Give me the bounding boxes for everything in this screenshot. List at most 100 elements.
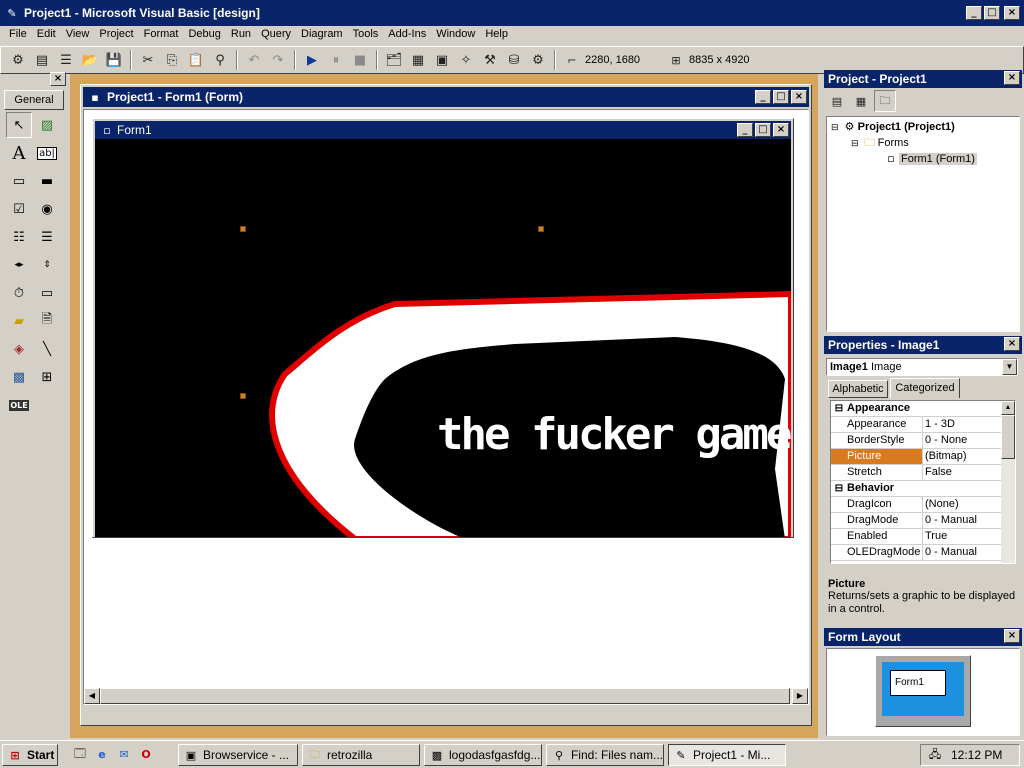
save-icon[interactable]: 💾 xyxy=(103,49,125,71)
frame-tool-icon[interactable]: ▭ xyxy=(6,168,32,194)
form-layout-icon[interactable]: ▣ xyxy=(431,49,453,71)
view-code-icon[interactable]: ▤ xyxy=(826,90,848,112)
taskbar-button-retrozilla[interactable]: 🗀 retrozilla xyxy=(302,744,420,766)
tab-alphabetic[interactable]: Alphabetic xyxy=(828,380,888,398)
data-view-icon[interactable]: ⛁ xyxy=(503,49,525,71)
listbox-tool-icon[interactable]: ☰ xyxy=(34,224,60,250)
image-tool-icon[interactable]: ▩ xyxy=(6,364,32,390)
project-explorer-icon[interactable]: 🗂 xyxy=(383,49,405,71)
shape-tool-icon[interactable]: ◈ xyxy=(6,336,32,362)
end-icon[interactable]: ■ xyxy=(349,49,371,71)
menu-tools[interactable]: Tools xyxy=(348,28,384,40)
redo-icon[interactable]: ↷ xyxy=(267,49,289,71)
category-behavior[interactable]: ⊟ Behavior xyxy=(831,481,1015,497)
taskbar-button-browservice[interactable]: ▣ Browservice - ... xyxy=(178,744,298,766)
cut-icon[interactable]: ✂ xyxy=(137,49,159,71)
add-project-icon[interactable]: ⚙ xyxy=(7,49,29,71)
scroll-left-button[interactable]: ◀ xyxy=(84,688,100,704)
resize-handle[interactable] xyxy=(240,226,246,232)
opera-icon[interactable]: O xyxy=(138,746,154,762)
label-tool-icon[interactable]: A xyxy=(6,140,32,166)
prop-row-dragicon[interactable]: DragIcon (None) xyxy=(831,497,1015,513)
prop-row-dragmode[interactable]: DragMode 0 - Manual xyxy=(831,513,1015,529)
line-tool-icon[interactable]: ╲ xyxy=(34,336,60,362)
pointer-tool-icon[interactable]: ↖ xyxy=(6,112,32,138)
taskbar-button-logo[interactable]: ▩ logodasfgasfdg... xyxy=(424,744,542,766)
checkbox-tool-icon[interactable]: ☑ xyxy=(6,196,32,222)
properties-window-icon[interactable]: ▦ xyxy=(407,49,429,71)
toggle-folders-icon[interactable]: 🗀 xyxy=(874,90,896,112)
menu-query[interactable]: Query xyxy=(256,28,296,40)
maximize-button[interactable]: □ xyxy=(984,6,1000,20)
category-appearance[interactable]: ⊟ Appearance xyxy=(831,401,1015,417)
command-button-tool-icon[interactable]: ▬ xyxy=(34,168,60,194)
close-button[interactable]: × xyxy=(1004,6,1020,20)
toolbox-icon[interactable]: ⚒ xyxy=(479,49,501,71)
undo-icon[interactable]: ↶ xyxy=(243,49,265,71)
minimize-button[interactable]: _ xyxy=(966,6,982,20)
menu-diagram[interactable]: Diagram xyxy=(296,28,348,40)
prop-row-picture[interactable]: Picture(Bitmap)... xyxy=(831,449,1015,465)
horizontal-scrollbar[interactable]: ◀ ▶ xyxy=(84,688,808,704)
taskbar-button-find[interactable]: ⚲ Find: Files nam... xyxy=(546,744,664,766)
tab-categorized[interactable]: Categorized xyxy=(890,378,960,398)
scroll-right-button[interactable]: ▶ xyxy=(792,688,808,704)
prop-row-oledragmode[interactable]: OLEDragMode 0 - Manual xyxy=(831,545,1015,561)
resize-handle[interactable] xyxy=(240,393,246,399)
open-icon[interactable]: 📂 xyxy=(79,49,101,71)
start-icon[interactable]: ▶ xyxy=(301,49,323,71)
form-designer-close-button[interactable]: × xyxy=(791,90,807,104)
menu-edit[interactable]: Edit xyxy=(32,28,61,40)
toolbox-tab-general[interactable]: General xyxy=(4,90,64,110)
properties-close-button[interactable]: × xyxy=(1004,337,1020,351)
menu-help[interactable]: Help xyxy=(480,28,513,40)
tree-node-form1[interactable]: ▫ Form1 (Form1) xyxy=(831,151,1015,167)
menu-debug[interactable]: Debug xyxy=(183,28,225,40)
combobox-tool-icon[interactable]: ☷ xyxy=(6,224,32,250)
start-button[interactable]: ⊞ Start xyxy=(2,744,58,766)
timer-tool-icon[interactable]: ⏱ xyxy=(6,280,32,306)
property-grid-scrollbar[interactable]: ▲ xyxy=(1001,401,1015,563)
prop-row-enabled[interactable]: Enabled True xyxy=(831,529,1015,545)
form-layout-close-button[interactable]: × xyxy=(1004,629,1020,643)
hscrollbar-tool-icon[interactable]: ◂▸ xyxy=(6,252,32,278)
component-manager-icon[interactable]: ⚙ xyxy=(527,49,549,71)
filelist-tool-icon[interactable]: 🗎 xyxy=(34,308,60,334)
form-designer-minimize-button[interactable]: _ xyxy=(755,90,771,104)
prop-row-borderstyle[interactable]: BorderStyle 0 - None xyxy=(831,433,1015,449)
prop-row-appearance[interactable]: Appearance 1 - 3D xyxy=(831,417,1015,433)
menu-window[interactable]: Window xyxy=(431,28,480,40)
picturebox-tool-icon[interactable]: ▨ xyxy=(34,112,60,138)
scroll-thumb[interactable] xyxy=(100,688,790,704)
data-tool-icon[interactable]: ⊞ xyxy=(34,364,60,390)
chevron-down-icon[interactable]: ▼ xyxy=(1002,359,1017,375)
taskbar-button-project1[interactable]: ✎ Project1 - Mi... xyxy=(668,744,786,766)
ie-icon[interactable]: e xyxy=(94,746,110,762)
menu-editor-icon[interactable]: ☰ xyxy=(55,49,77,71)
dirlist-tool-icon[interactable]: ▰ xyxy=(6,308,32,334)
drivelist-tool-icon[interactable]: ▭ xyxy=(34,280,60,306)
menu-add-ins[interactable]: Add-Ins xyxy=(383,28,431,40)
option-button-tool-icon[interactable]: ◉ xyxy=(34,196,60,222)
add-form-icon[interactable]: ▤ xyxy=(31,49,53,71)
form1[interactable]: ▫ Form1 _ □ × the fucker game ↖ xyxy=(92,118,794,538)
menu-format[interactable]: Format xyxy=(139,28,184,40)
ole-tool-icon[interactable]: OLE xyxy=(6,392,32,418)
view-object-icon[interactable]: ▦ xyxy=(850,90,872,112)
textbox-tool-icon[interactable]: ab| xyxy=(34,140,60,166)
resize-handle[interactable] xyxy=(538,226,544,232)
show-desktop-icon[interactable]: 🗔 xyxy=(72,746,88,762)
tree-node-project[interactable]: ⊟ ⚙ Project1 (Project1) xyxy=(831,119,1015,135)
copy-icon[interactable]: ⎘ xyxy=(161,49,183,71)
break-icon[interactable]: ⏸ xyxy=(325,49,347,71)
tray-icon[interactable]: 🖧 xyxy=(927,747,943,763)
tree-node-forms-folder[interactable]: ⊟ 🗀 Forms xyxy=(831,135,1015,151)
menu-file[interactable]: File xyxy=(4,28,32,40)
find-icon[interactable]: ⚲ xyxy=(209,49,231,71)
prop-row-stretch[interactable]: Stretch False xyxy=(831,465,1015,481)
project-explorer-close-button[interactable]: × xyxy=(1004,71,1020,85)
object-browser-icon[interactable]: ✧ xyxy=(455,49,477,71)
menu-project[interactable]: Project xyxy=(94,28,138,40)
outlook-icon[interactable]: ✉ xyxy=(116,746,132,762)
menu-run[interactable]: Run xyxy=(226,28,256,40)
